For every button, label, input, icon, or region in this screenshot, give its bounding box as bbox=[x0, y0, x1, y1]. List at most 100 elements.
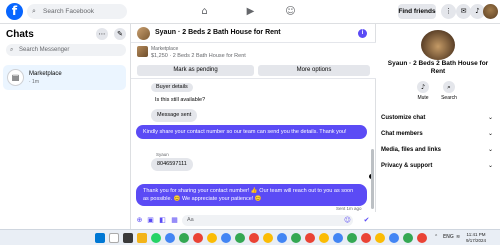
chrome-icon[interactable] bbox=[249, 233, 259, 243]
facebook-logo[interactable]: f bbox=[6, 3, 23, 20]
listing-title[interactable]: $1,250 · 2 Beds 2 Bath House for Rent bbox=[151, 53, 246, 59]
chrome-icon[interactable] bbox=[207, 233, 217, 243]
chrome-icon[interactable] bbox=[263, 233, 273, 243]
chrome-icon[interactable] bbox=[403, 233, 413, 243]
media-files-links-row[interactable]: Media, files and links ⌄ bbox=[381, 144, 495, 156]
chevron-down-icon: ⌄ bbox=[487, 162, 493, 169]
clock-date: 9/17/2024 bbox=[466, 238, 487, 243]
marketplace-icon: ▤ bbox=[7, 69, 24, 86]
system-clock[interactable]: 11:41 PM 9/17/2024 bbox=[466, 232, 486, 244]
conversation-details-panel: Syaun · 2 Beds 2 Bath House for Rent ♪ M… bbox=[376, 24, 500, 229]
conversation-header: Syaun · 2 Beds 2 Bath House for Rent i bbox=[131, 24, 376, 43]
customize-chat-row[interactable]: Customize chat ⌄ bbox=[381, 112, 495, 124]
language-indicator[interactable]: ENG bbox=[443, 234, 454, 240]
chat-item-time: · 1m bbox=[29, 79, 39, 85]
plus-icon[interactable]: ⊕ bbox=[135, 216, 144, 225]
chats-title: Chats bbox=[6, 29, 34, 40]
chevron-up-icon[interactable]: ⌃ bbox=[434, 234, 438, 240]
chat-item-marketplace[interactable]: ▤ Marketplace · 1m bbox=[3, 65, 126, 90]
more-options-button[interactable]: More options bbox=[258, 65, 370, 76]
new-message-icon[interactable]: ✎ bbox=[114, 28, 126, 40]
groups-icon[interactable]: ☺ bbox=[284, 5, 297, 18]
windows-start-icon[interactable] bbox=[95, 233, 105, 243]
privacy-support-label: Privacy & support bbox=[381, 163, 433, 169]
task-view-icon[interactable] bbox=[123, 233, 133, 243]
chat-item-name: Marketplace bbox=[29, 71, 62, 77]
emoji-icon[interactable]: ☺ bbox=[344, 215, 351, 226]
search-placeholder: Search Facebook bbox=[43, 8, 94, 15]
question-message: Is this still available? bbox=[155, 97, 206, 103]
messenger-search-input[interactable]: ⌕ Search Messenger bbox=[6, 44, 126, 56]
sent-status: Sent 1m ago bbox=[336, 206, 362, 211]
chrome-icon[interactable] bbox=[361, 233, 371, 243]
outgoing-message-2[interactable]: Thank you for sharing your contact numbe… bbox=[136, 184, 367, 206]
conversation-scrollbar[interactable] bbox=[371, 149, 374, 209]
chrome-icon[interactable] bbox=[165, 233, 175, 243]
mute-label: Mute bbox=[417, 95, 429, 101]
more-icon[interactable]: ⋯ bbox=[96, 28, 108, 40]
find-friends-button[interactable]: Find friends bbox=[398, 4, 436, 19]
customize-chat-label: Customize chat bbox=[381, 115, 426, 121]
chrome-icon[interactable] bbox=[333, 233, 343, 243]
conversation-title[interactable]: Syaun · 2 Beds 2 Bath House for Rent bbox=[155, 29, 281, 36]
chat-members-row[interactable]: Chat members ⌄ bbox=[381, 128, 495, 140]
message-input[interactable]: Aa bbox=[182, 215, 353, 226]
account-avatar[interactable] bbox=[483, 4, 498, 19]
chrome-icon[interactable] bbox=[375, 233, 385, 243]
message-composer: ⊕ ▣ ◧ ▦ Aa ☺ ✔ bbox=[131, 212, 376, 229]
search-label: Search bbox=[441, 95, 457, 101]
grid-menu-icon[interactable]: ⋮ bbox=[441, 4, 456, 19]
chat-members-label: Chat members bbox=[381, 131, 423, 137]
conversation-avatar[interactable] bbox=[137, 27, 150, 40]
phone-number-bubble[interactable]: 8046597111 bbox=[151, 158, 193, 171]
listing-thumbnail[interactable] bbox=[137, 46, 148, 57]
info-icon[interactable]: i bbox=[358, 29, 367, 38]
privacy-support-row[interactable]: Privacy & support ⌄ bbox=[381, 160, 495, 172]
wifi-icon[interactable]: ≋ bbox=[456, 234, 460, 240]
photo-icon[interactable]: ▣ bbox=[146, 216, 155, 225]
marketplace-label: Marketplace bbox=[151, 46, 179, 52]
messenger-search-placeholder: Search Messenger bbox=[19, 47, 70, 53]
chrome-icon[interactable] bbox=[221, 233, 231, 243]
chrome-icon[interactable] bbox=[417, 233, 427, 243]
profile-name: Syaun · 2 Beds 2 Bath House for Rent bbox=[387, 60, 489, 75]
message-sent-bubble[interactable]: Message sent bbox=[151, 109, 198, 122]
buyer-details-bubble[interactable]: Buyer details bbox=[151, 83, 193, 92]
like-icon[interactable]: ✔ bbox=[362, 216, 371, 225]
mute-button[interactable]: ♪ Mute bbox=[414, 81, 432, 101]
home-icon[interactable]: ⌂ bbox=[198, 5, 211, 18]
gif-icon[interactable]: ▦ bbox=[170, 216, 179, 225]
mark-as-pending-button[interactable]: Mark as pending bbox=[137, 65, 254, 76]
chrome-icon[interactable] bbox=[277, 233, 287, 243]
media-files-links-label: Media, files and links bbox=[381, 147, 442, 153]
sender-name: Syaun bbox=[156, 152, 169, 157]
file-explorer-icon[interactable] bbox=[137, 233, 147, 243]
chevron-down-icon: ⌄ bbox=[487, 146, 493, 153]
chrome-icon[interactable] bbox=[193, 233, 203, 243]
listing-profile-photo[interactable] bbox=[421, 30, 455, 60]
windows-taskbar: ⌃ ENG ≋ 11:41 PM 9/17/2024 bbox=[0, 229, 500, 245]
sticker-icon[interactable]: ◧ bbox=[158, 216, 167, 225]
chrome-icon[interactable] bbox=[389, 233, 399, 243]
chats-sidebar: Chats ⋯ ✎ ⌕ Search Messenger ▤ Marketpla… bbox=[0, 24, 131, 229]
chrome-icon[interactable] bbox=[235, 233, 245, 243]
chrome-icon[interactable] bbox=[305, 233, 315, 243]
search-icon: ⌕ bbox=[32, 8, 36, 15]
search-icon: ⌕ bbox=[443, 81, 455, 93]
video-icon[interactable]: ▶ bbox=[244, 5, 257, 18]
top-navigation-bar: f ⌕ Search Facebook ⌂ ▶ ☺ Find friends ⋮… bbox=[0, 0, 500, 24]
conversation-panel: Syaun · 2 Beds 2 Bath House for Rent i M… bbox=[131, 24, 376, 229]
chrome-icon[interactable] bbox=[347, 233, 357, 243]
chrome-icon[interactable] bbox=[291, 233, 301, 243]
search-icon: ⌕ bbox=[10, 47, 14, 53]
marketplace-listing-banner: Marketplace $1,250 · 2 Beds 2 Bath House… bbox=[131, 43, 376, 79]
outgoing-message-1[interactable]: Kindly share your contact number so our … bbox=[136, 125, 367, 139]
facebook-search-input[interactable]: ⌕ Search Facebook bbox=[27, 4, 127, 19]
messenger-icon[interactable]: ✉ bbox=[456, 4, 471, 19]
whatsapp-icon[interactable] bbox=[151, 233, 161, 243]
chrome-icon[interactable] bbox=[179, 233, 189, 243]
bell-icon: ♪ bbox=[417, 81, 429, 93]
search-conversation-button[interactable]: ⌕ Search bbox=[440, 81, 458, 101]
search-icon[interactable] bbox=[109, 233, 119, 243]
chrome-icon[interactable] bbox=[319, 233, 329, 243]
